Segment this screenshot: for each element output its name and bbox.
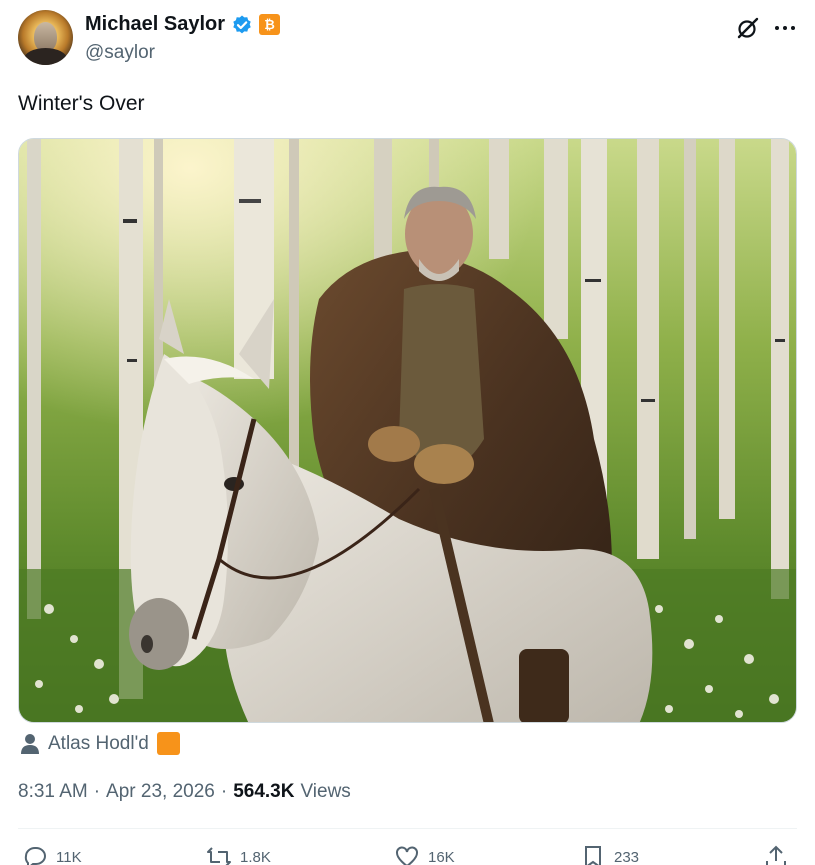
- bookmark-count: 233: [614, 848, 640, 865]
- more-icon-dot: [791, 26, 795, 30]
- avatar[interactable]: [18, 10, 73, 65]
- reply-count: 11K: [56, 848, 82, 865]
- tweet-photo[interactable]: [18, 138, 797, 723]
- like-button[interactable]: 16K: [394, 844, 455, 865]
- more-button[interactable]: [770, 14, 800, 42]
- bookmark-button[interactable]: 233: [580, 844, 639, 865]
- tweet-text: Winter's Over: [18, 92, 145, 115]
- verified-badge-icon: [233, 15, 251, 33]
- tweet-date[interactable]: Apr 23, 2026: [106, 781, 215, 803]
- tagged-users[interactable]: Atlas Hodl'd: [20, 732, 180, 755]
- retweet-button[interactable]: 1.8K: [206, 844, 271, 865]
- views-count: 564.3K: [233, 781, 295, 802]
- like-count: 16K: [428, 848, 455, 865]
- bitcoin-orange-square-icon: [156, 732, 180, 755]
- views-label: Views: [300, 781, 351, 802]
- display-name[interactable]: Michael Saylor: [85, 13, 225, 36]
- more-icon-dot: [775, 26, 779, 30]
- avatar-shoulders: [24, 48, 67, 65]
- bookmark-icon: [585, 846, 601, 865]
- meta-separator: ·: [93, 781, 101, 802]
- action-bar: 11K 1.8K 16K 233: [18, 844, 797, 865]
- handle[interactable]: @saylor: [85, 42, 155, 64]
- tweet-time[interactable]: 8:31 AM: [18, 781, 88, 803]
- retweet-count: 1.8K: [240, 848, 271, 865]
- tweet-metadata: 8:31 AM · Apr 23, 2026 · 564.3K Views: [18, 781, 351, 803]
- share-button[interactable]: [763, 844, 789, 865]
- grok-icon: [737, 17, 759, 39]
- tagged-user-name[interactable]: Atlas Hodl'd: [48, 733, 149, 755]
- forest-horse-rider-image: [19, 139, 796, 722]
- reply-icon: [24, 847, 46, 865]
- tweet-header: Michael Saylor ₿ @saylor: [18, 10, 798, 68]
- meta-separator: ·: [220, 781, 228, 802]
- like-icon: [396, 846, 418, 865]
- reply-button[interactable]: 11K: [22, 844, 82, 865]
- divider: [18, 828, 797, 829]
- grok-button[interactable]: [734, 14, 762, 42]
- more-icon-dot: [783, 26, 787, 30]
- retweet-icon: [207, 847, 231, 865]
- bitcoin-badge-icon: ₿: [259, 14, 281, 35]
- share-icon: [766, 845, 786, 865]
- user-icon: [21, 733, 39, 754]
- name-row: Michael Saylor ₿: [85, 13, 281, 36]
